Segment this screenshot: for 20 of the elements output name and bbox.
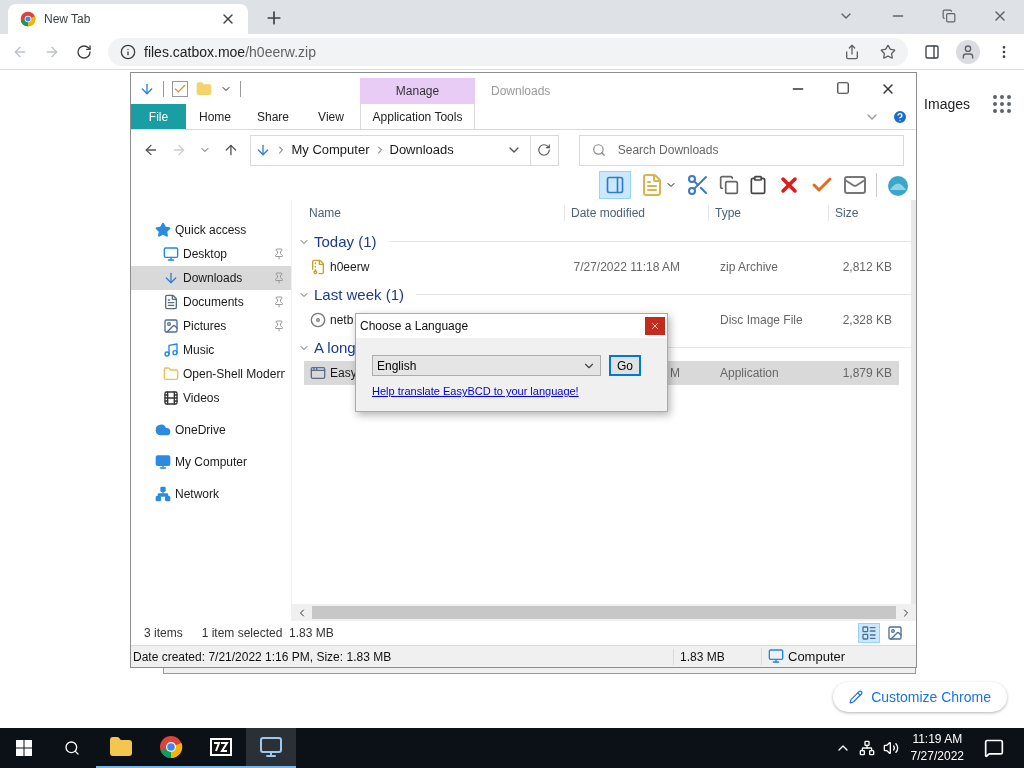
date-cell: M [670,366,680,380]
item-count: 3 items [144,625,183,641]
url-text: files.catbox.moe/h0eerw.zip [144,42,317,62]
status-location: Computer [788,647,846,666]
tab-title: New Tab [44,11,92,27]
file-name: h0eerw [330,259,370,275]
selection-info: 1 item selected 1.83 MB [201,625,334,641]
size-cell: 1,879 KB [842,366,892,380]
dialog-title: Choose a Language [360,318,470,334]
date-cell: 7/27/2022 11:18 AM [573,260,680,274]
type-cell: Disc Image File [720,313,803,327]
window-title: Downloads [490,83,551,100]
type-cell: Application [720,366,779,380]
file-name: netb [330,312,354,328]
status-info: Date created: 7/21/2022 1:16 PM, Size: 1.83 MB [132,648,393,665]
type-cell: zip Archive [720,260,779,274]
size-cell: 2,812 KB [842,260,892,274]
contextual-tab-group: Manage [360,78,475,104]
status-size: 1.83 MB [673,648,761,665]
size-cell: 2,328 KB [842,313,892,327]
